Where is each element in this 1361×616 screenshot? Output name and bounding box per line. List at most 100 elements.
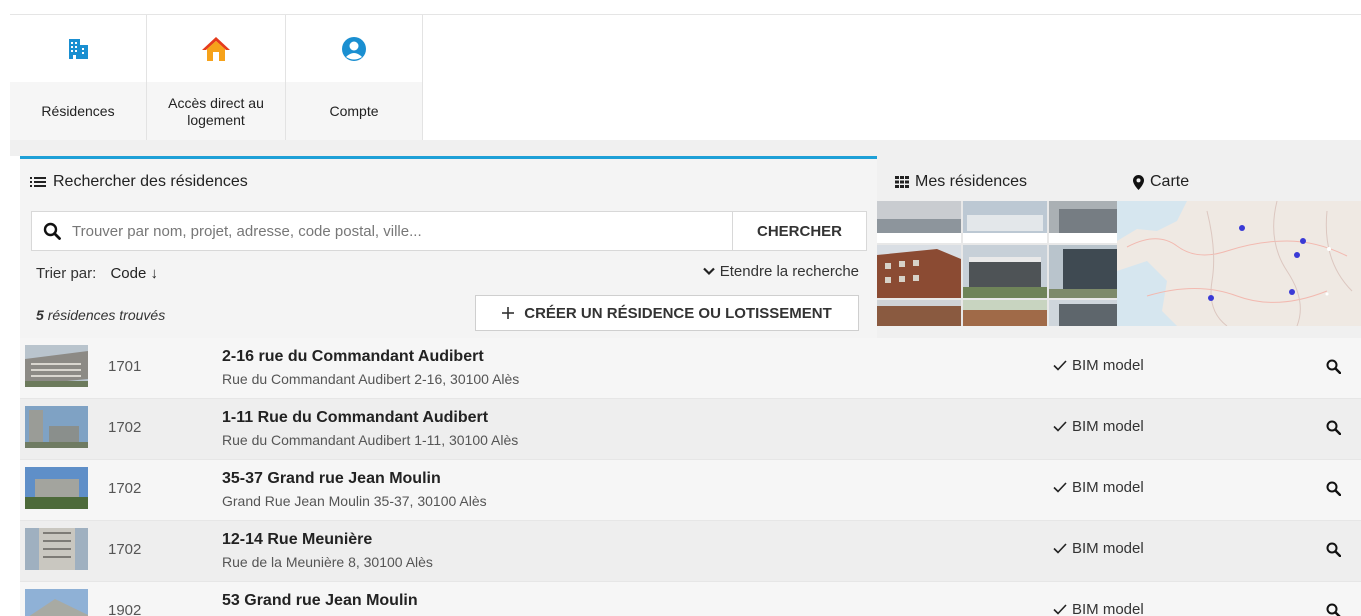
residence-code: 1701	[108, 358, 142, 375]
residence-photo	[1049, 245, 1117, 298]
search-panel: Rechercher des résidences CHERCHER Trier…	[20, 156, 877, 338]
sort-control[interactable]: Trier par: Code ↓	[36, 265, 158, 282]
table-row[interactable]: 1902 53 Grand rue Jean Moulin BIM model	[20, 582, 1361, 616]
residence-code: 1902	[108, 602, 142, 616]
check-icon	[1053, 421, 1067, 432]
bim-status: BIM model	[1053, 540, 1144, 557]
residence-address: Rue de la Meunière 8, 30100 Alès	[222, 554, 433, 570]
map-marker[interactable]	[1239, 225, 1245, 231]
residence-photo	[963, 245, 1047, 298]
bim-status-label: BIM model	[1072, 357, 1144, 374]
preview-area: Mes résidences Carte	[877, 156, 1361, 338]
table-row[interactable]: 1702 12-14 Rue Meunière Rue de la Meuniè…	[20, 521, 1361, 582]
search-icon	[32, 212, 72, 250]
extend-search-label: Etendre la recherche	[719, 263, 859, 280]
magnifier-icon[interactable]	[1323, 417, 1343, 437]
residence-photo	[877, 300, 961, 326]
residence-address: Rue du Commandant Audibert 1-11, 30100 A…	[222, 432, 519, 448]
search-panel-title-text: Rechercher des résidences	[53, 173, 248, 190]
tab-mes-residences-label: Mes résidences	[915, 173, 1028, 190]
map-pin-icon	[1133, 174, 1144, 190]
bim-status: BIM model	[1053, 418, 1144, 435]
check-icon	[1053, 482, 1067, 493]
bim-status: BIM model	[1053, 357, 1144, 374]
bim-status-label: BIM model	[1072, 540, 1144, 557]
map-marker[interactable]	[1208, 295, 1214, 301]
residence-name: 2-16 rue du Commandant Audibert	[222, 348, 484, 365]
create-residence-label: CRÉER UN RÉSIDENCE OU LOTISSEMENT	[524, 304, 832, 322]
residence-photo	[877, 201, 961, 243]
residence-photo	[1049, 300, 1117, 326]
bim-status-label: BIM model	[1072, 601, 1144, 616]
bim-status: BIM model	[1053, 601, 1144, 616]
table-row[interactable]: 1702 35-37 Grand rue Jean Moulin Grand R…	[20, 460, 1361, 521]
user-circle-icon	[286, 15, 422, 82]
grid-icon	[895, 176, 909, 188]
sort-value[interactable]: Code ↓	[110, 265, 158, 282]
sort-label: Trier par:	[36, 265, 97, 282]
residence-thumbnail	[25, 345, 88, 387]
building-icon	[10, 15, 146, 82]
nav-item-acces-direct[interactable]: Accès direct au logement	[147, 15, 286, 141]
results-count-number: 5	[36, 307, 44, 323]
nav-item-compte[interactable]: Compte	[286, 15, 423, 141]
plus-icon	[502, 307, 515, 319]
residence-photo	[1049, 201, 1117, 243]
residence-thumbnail	[25, 406, 88, 448]
results-count: 5 résidences trouvés	[36, 307, 165, 323]
magnifier-icon[interactable]	[1323, 600, 1343, 616]
table-row[interactable]: 1701 2-16 rue du Commandant Audibert Rue…	[20, 338, 1361, 399]
search-panel-title[interactable]: Rechercher des résidences	[30, 173, 248, 191]
tab-carte[interactable]: Carte	[1133, 173, 1189, 191]
magnifier-icon[interactable]	[1323, 539, 1343, 559]
map-marker[interactable]	[1300, 238, 1306, 244]
residence-code: 1702	[108, 541, 142, 558]
check-icon	[1053, 360, 1067, 371]
residence-thumbnail	[25, 528, 88, 570]
table-row[interactable]: 1702 1-11 Rue du Commandant Audibert Rue…	[20, 399, 1361, 460]
residence-address: Rue du Commandant Audibert 2-16, 30100 A…	[222, 371, 520, 387]
residence-thumbnail	[25, 467, 88, 509]
results-count-text: résidences trouvés	[47, 307, 166, 323]
residence-address: Grand Rue Jean Moulin 35-37, 30100 Alès	[222, 493, 487, 509]
nav-item-residences[interactable]: Résidences	[10, 15, 147, 141]
residence-photo	[877, 245, 961, 298]
residence-photo	[963, 201, 1047, 243]
tab-mes-residences[interactable]: Mes résidences	[895, 173, 1027, 191]
nav-label-acces-direct: Accès direct au logement	[168, 94, 264, 128]
residence-name: 35-37 Grand rue Jean Moulin	[222, 470, 441, 487]
residence-list: 1701 2-16 rue du Commandant Audibert Rue…	[20, 338, 1361, 616]
residence-name: 12-14 Rue Meunière	[222, 531, 373, 548]
residence-photo-grid[interactable]	[877, 201, 1117, 326]
bim-status-label: BIM model	[1072, 479, 1144, 496]
top-nav-spacer	[423, 14, 1361, 140]
residence-name: 53 Grand rue Jean Moulin	[222, 592, 418, 609]
map-marker[interactable]	[1294, 252, 1300, 258]
residence-photo	[963, 300, 1047, 326]
divider-band	[10, 140, 1361, 156]
map-preview[interactable]	[1117, 201, 1361, 326]
search-input[interactable]	[72, 212, 732, 250]
chevron-down-icon	[702, 267, 715, 276]
house-icon	[147, 15, 285, 82]
map-marker[interactable]	[1289, 289, 1295, 295]
nav-label-residences: Résidences	[41, 103, 115, 119]
nav-label-compte: Compte	[329, 103, 379, 119]
check-icon	[1053, 543, 1067, 554]
extend-search-toggle[interactable]: Etendre la recherche	[702, 263, 859, 280]
residence-name: 1-11 Rue du Commandant Audibert	[222, 409, 489, 426]
top-nav: Résidences Accès direct au logement Comp…	[10, 14, 423, 141]
search-box: CHERCHER	[31, 211, 867, 251]
residence-thumbnail	[25, 589, 88, 616]
list-icon	[30, 177, 46, 187]
magnifier-icon[interactable]	[1323, 356, 1343, 376]
search-button[interactable]: CHERCHER	[732, 212, 866, 250]
residence-code: 1702	[108, 419, 142, 436]
magnifier-icon[interactable]	[1323, 478, 1343, 498]
bim-status: BIM model	[1053, 479, 1144, 496]
check-icon	[1053, 604, 1067, 615]
bim-status-label: BIM model	[1072, 418, 1144, 435]
residence-code: 1702	[108, 480, 142, 497]
create-residence-button[interactable]: CRÉER UN RÉSIDENCE OU LOTISSEMENT	[475, 295, 859, 331]
tab-carte-label: Carte	[1150, 173, 1190, 190]
